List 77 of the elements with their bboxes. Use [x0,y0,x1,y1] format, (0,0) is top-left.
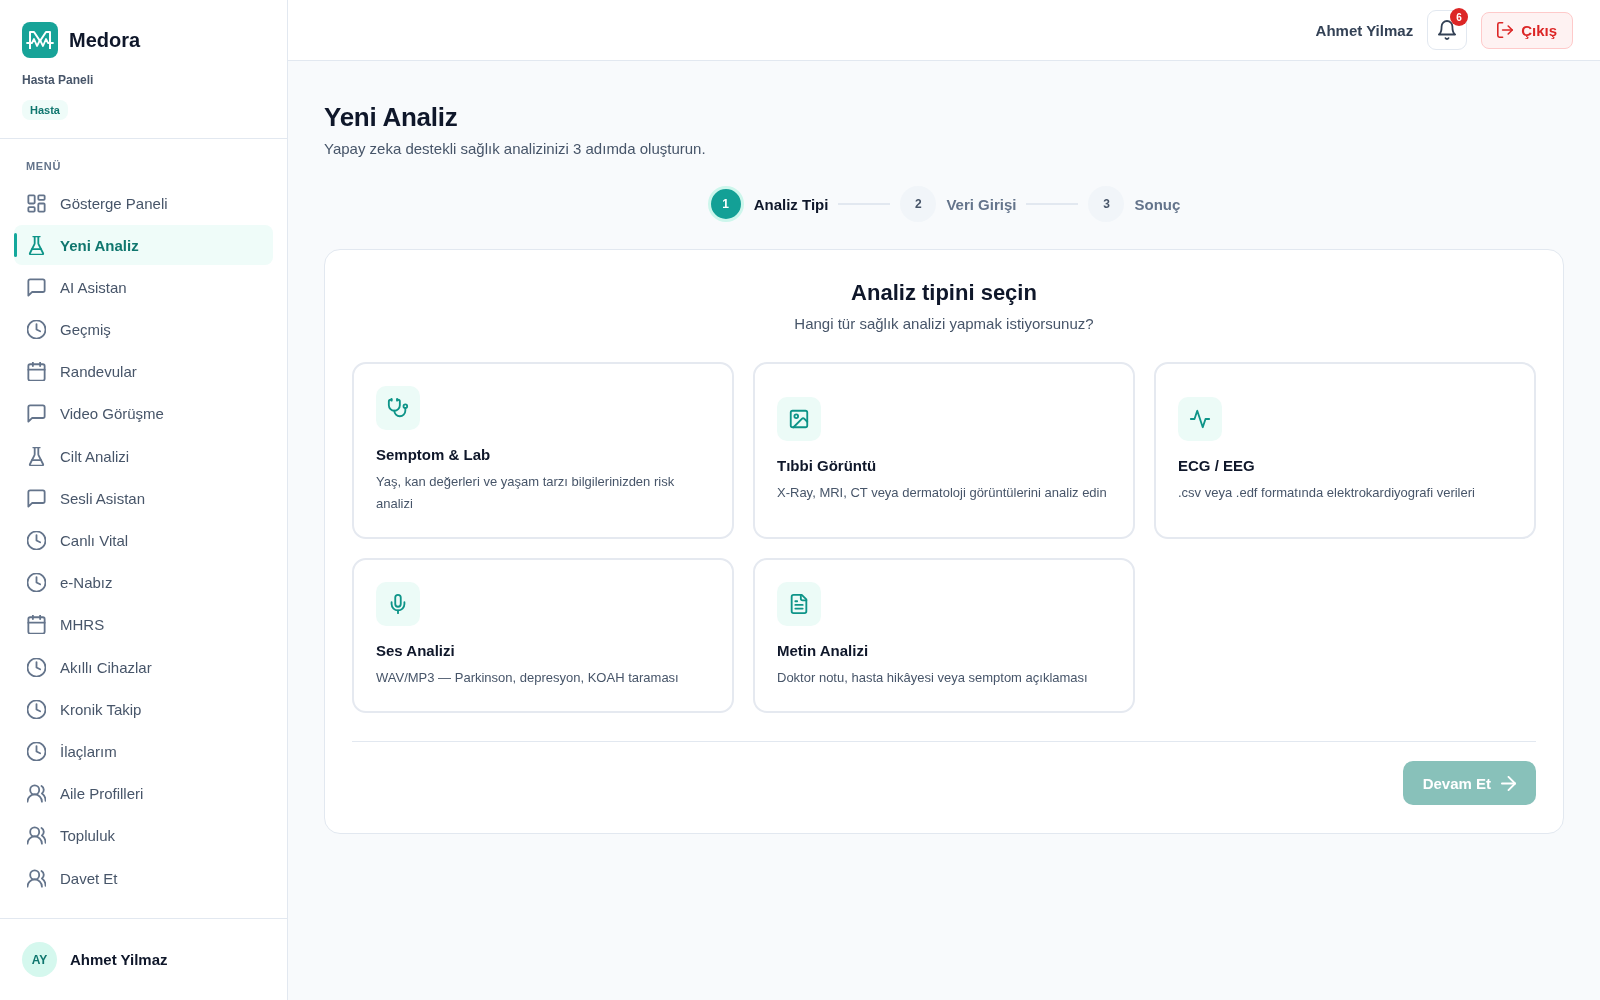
bell-icon [1438,20,1457,40]
sidebar-item[interactable]: Cilt Analizi [14,436,273,477]
card-description: X-Ray, MRI, CT veya dermatoloji görüntülerini analiz edin [777,484,1107,502]
sidebar-item[interactable]: e-Nabız [14,562,273,603]
users-icon [27,826,46,846]
chat-bubble-icon [27,488,46,508]
dashboard-icon [27,193,46,213]
notification-count: 6 [1450,8,1469,26]
card-description: Yaş, kan değerleri ve yaşam tarzı bilgilerinizden risk analizi [376,473,676,513]
card-title: Ses Analizi [376,641,455,661]
chat-bubble-icon [27,277,46,297]
card-title: Tıbbi Görüntü [777,456,877,476]
page-subtitle: Yapay zeka destekli sağlık analizinizi 3 adımda oluşturun. [324,139,707,159]
users-icon [27,868,46,888]
clock-icon [27,531,46,550]
sidebar-item[interactable]: Aile Profilleri [14,773,273,814]
clock-icon [27,573,46,593]
analysis-type-card[interactable]: ECG / EEG .csv veya .edf formatında elektrokardiyografi verileri [1154,362,1536,539]
sidebar-item[interactable]: Yeni Analiz [14,225,273,266]
clock-icon [27,699,46,719]
clock-icon [27,657,46,677]
step-number: 2 [900,186,937,222]
card-title: ECG / EEG [1178,456,1255,476]
card-title: Metin Analizi [777,641,869,661]
chat-bubble-icon [27,404,46,424]
card-title: Semptom & Lab [376,445,491,465]
sidebar-item[interactable]: Video Görüşme [14,393,273,434]
menu-label: MENÜ [25,159,63,173]
calendar-icon [27,362,46,382]
sidebar-item[interactable]: Geçmiş [14,309,273,350]
arrow-right-icon [1501,775,1516,791]
panel-title: Analiz tipini seçin [850,279,1038,307]
analysis-type-card[interactable]: Semptom & Lab Yaş, kan değerleri ve yaşam tarzı bilgilerinizden risk analizi [352,362,734,539]
clock-icon [27,741,46,761]
card-description: WAV/MP3 — Parkinson, depresyon, KOAH taraması [376,669,679,687]
sidebar-item[interactable]: Randevular [14,351,273,392]
step-label: Analiz Tipi [753,195,829,213]
analysis-type-card[interactable]: Tıbbi Görüntü X-Ray, MRI, CT veya dermatoloji görüntülerini analiz edin [753,362,1135,539]
panel-subtitle: Hangi tür sağlık analizi yapmak istiyorsunuz? [793,314,1095,334]
card-description: .csv veya .edf formatında elektrokardiyografi verileri [1178,484,1475,502]
step-number: 1 [707,186,744,222]
flask-icon [27,235,46,255]
sidebar-item[interactable]: Kronik Takip [14,689,273,730]
notifications-button[interactable]: 6 [1427,10,1468,50]
clock-icon [27,320,46,340]
sidebar-item[interactable]: Gösterge Paneli [14,183,273,223]
logout-icon [1497,22,1514,38]
sidebar-item[interactable]: Sesli Asistan [14,478,273,519]
microphone-icon [376,582,420,626]
sidebar-item[interactable]: MHRS [14,604,273,645]
header-user-name: Ahmet Yilmaz [1315,21,1414,39]
role-badge: Hasta [22,100,68,120]
analysis-type-card[interactable]: Metin Analizi Doktor notu, hasta hikâyesi veya semptom açıklaması [753,558,1135,713]
brand-name: Medora [69,28,141,52]
analysis-type-card[interactable]: Ses Analizi WAV/MP3 — Parkinson, depresyon, KOAH taraması [352,558,734,713]
logo-icon [22,22,58,58]
sidebar-item[interactable]: Davet Et [14,858,273,898]
users-icon [27,784,46,804]
step-label: Sonuç [1134,195,1181,213]
card-description: Doktor notu, hasta hikâyesi veya semptom açıklaması [777,669,1088,687]
sidebar-item[interactable]: Topluluk [14,815,273,856]
sidebar-item[interactable]: Akıllı Cihazlar [14,647,273,688]
sidebar-item[interactable]: Canlı Vital [14,520,273,561]
page-title: Yeni Analiz [324,101,459,133]
calendar-icon [27,615,46,635]
image-icon [777,397,821,441]
flask-icon [27,446,46,466]
panel-label: Hasta Paneli [22,72,95,88]
avatar: AY [22,942,57,977]
stethoscope-icon [376,386,420,430]
user-name: Ahmet Yilmaz [70,951,168,968]
sidebar-item[interactable]: AI Asistan [14,267,273,308]
sidebar-item[interactable]: İlaçlarım [14,731,273,772]
document-icon [777,582,821,626]
step-number: 3 [1088,186,1125,222]
logout-button[interactable]: Çıkış [1481,11,1573,49]
step-label: Veri Girişi [946,195,1017,213]
